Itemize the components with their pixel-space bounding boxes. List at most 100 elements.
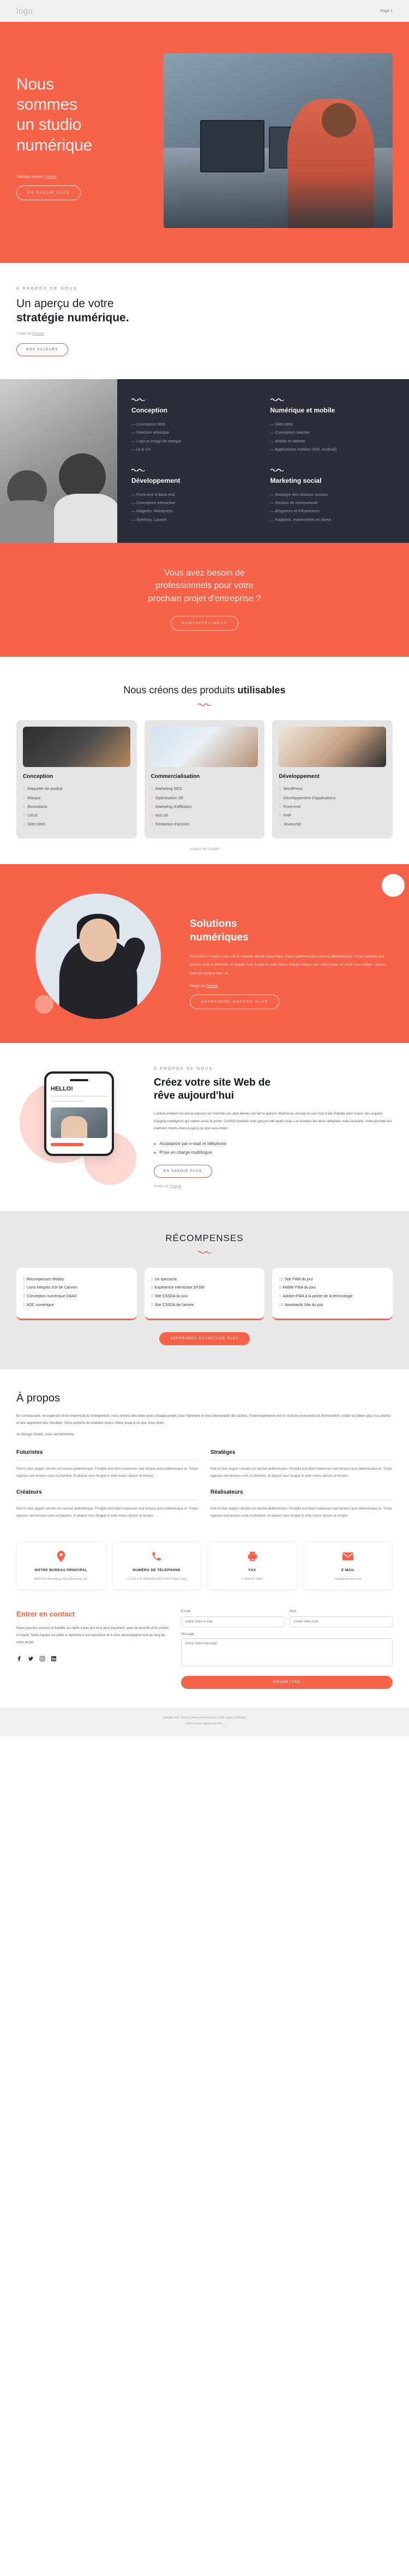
facebook-icon[interactable] [16,1656,22,1662]
squiggle-icon [131,398,145,402]
contact-box-email[interactable]: E-MAIL hello@domain.com [303,1541,393,1590]
list-item-label: WordPress [283,786,303,792]
list-item-label: Marque [27,795,41,800]
squiggle-icon [198,703,211,706]
list-item: 1 Adobe+FWA à la pointe de la technologie [279,1292,386,1301]
contact-box-title: FAX [248,1568,256,1572]
awards-list: 2 Un spectacle 1 Expérience interactive SX… [151,1275,258,1310]
footer: Sample text. Click to select the text bo… [0,1707,409,1737]
message-field[interactable] [181,1638,393,1667]
plus-icon: + [23,795,26,800]
award-label: Lions intégrés d'or de Cannes [26,1286,77,1290]
dream-credit-link[interactable]: Freepik [170,1184,182,1188]
awards-cta-button[interactable]: APPRENDRE DAVANTAGE PLUS [159,1332,250,1345]
twitter-icon[interactable] [28,1656,34,1662]
phone-mockup: HELLO! [44,1071,114,1157]
squiggle-icon [270,469,284,472]
product-card-developpement[interactable]: Développement + WordPress + Développement … [272,720,393,839]
products-title: Nous créons des produits utilisables [16,684,393,697]
hero-copy: Nous sommes un studio numérique J'aidage… [16,53,158,228]
list-item-label: UI/UX [27,812,38,818]
email-field[interactable] [181,1616,284,1627]
product-card-conception[interactable]: Conception + Maquette de produit + Marque … [16,720,137,839]
dream-website-section: HELLO! À PROPOS DE NOUS Créez votre site… [0,1043,409,1211]
solutions-credit-link[interactable]: Freepik [206,984,218,988]
service-item: — Conception interactive [131,501,176,506]
cta-band-button[interactable]: CONTACTEZ-NOUS [170,615,239,631]
about-section: À propos En connaissant, en espérant et … [0,1369,409,1525]
squiggle-icon [131,469,145,472]
product-card-commercialisation[interactable]: Commercialisation + Marketing SEO + Optimi… [144,720,265,839]
contact-box-phone[interactable]: NUMÉRO DE TÉLÉPHONE +1 514 123 7890 (090… [112,1541,201,1590]
product-card-image [279,727,387,768]
phone-cta-bar [51,1143,84,1147]
hero-title-line-4: numérique [16,136,93,154]
service-list: — Stratégie des réseaux sociaux — Gestio… [270,491,395,525]
contact-box-office[interactable]: NOTRE BUREAU PRINCIPAL 8500 Rue Broadway… [16,1541,106,1590]
dream-cta-button[interactable]: EN SAVOIR PLUS [154,1164,212,1178]
awards-card: 13 Site FWA du jour 3 Mobile FWA du jour 1… [272,1267,393,1320]
service-item: — Direction artistique [131,431,170,435]
product-card-list: + Maquette de produit + Marque + Illustrati… [23,784,130,829]
hero-credit-link[interactable]: Freepik [44,175,56,179]
list-item: + UI/UX [23,811,130,820]
service-item: — Conception réactive [270,431,310,435]
hero-cta-button[interactable]: EN SAVOIR PLUS [16,185,81,200]
dream-title-line-1: Créez votre site Web de [154,1077,271,1089]
list-item-label: Illustrations [27,804,47,809]
triangle-bullet-icon: ▶ [154,1142,157,1147]
plus-icon: + [279,804,281,809]
contact-box-fax[interactable]: FAX 1 234 567 8900 [208,1541,297,1590]
about-intro-title: Un aperçu de votre stratégie numérique. [16,297,393,326]
list-item: 3 Site CSSDA du jour [151,1292,258,1301]
solutions-section: Solutions numériques Nisl purus in molli… [0,864,409,1044]
service-list: — Conception Web — Direction artistique … [131,421,256,454]
list-item-label: Marketing d'affiliation [155,804,193,809]
about-intro-cta-button[interactable]: NOS VALEURS [16,343,68,357]
award-label: Site CSSDA de l'année [154,1303,194,1307]
awards-list: 5 Récompenses Webby 2 Lions intégrés d'or … [23,1275,130,1310]
services-photo-body-b [53,494,117,543]
list-item: + Marque [23,794,130,802]
list-item: + PHP [279,811,386,820]
award-label: Site CSSDA du jour [154,1295,188,1299]
list-item: 13 Site FWA du jour [279,1275,386,1284]
product-card-title: Commercialisation [151,774,200,780]
logo[interactable]: logo [16,7,33,16]
about-intro-eyebrow: À PROPOS DE NOUS [16,287,78,291]
list-item: 2 Conception numérique D&AD [23,1292,130,1301]
about-block-text: Nisl ex duis augue rutrudin est laoreet … [16,1466,199,1478]
top-bar: logo Page 1 [0,0,409,22]
contact-box-value: hello@domain.com [335,1577,362,1581]
phone-image-figure [61,1116,87,1139]
list-item: ▶ Prise en charge multilingue [154,1148,393,1157]
footer-line-2: click to start editing the text. [185,1722,224,1726]
dream-copy: À PROPOS DE NOUS Créez votre site Web de… [154,1066,393,1188]
plus-icon: + [151,786,153,792]
about-intro-credit-link[interactable]: Freepik [32,332,44,336]
linkedin-icon[interactable] [51,1656,57,1662]
awards-card: 5 Récompenses Webby 2 Lions intégrés d'or … [16,1267,137,1320]
award-label: Awwwards Site du jour [285,1303,323,1307]
hero-section: Nous sommes un studio numérique J'aidage… [0,22,409,263]
contact-box-value: +1 514 123 7890 (090 0213 4567 Sans frai… [126,1577,187,1581]
solutions-title-line-2: numériques [190,932,249,943]
social-links [16,1656,169,1662]
service-title: Marketing social [270,477,322,485]
product-card-list: + WordPress + Développement d'applications… [279,784,386,829]
submit-button[interactable]: SOUMETTRE [181,1675,393,1689]
about-block-text: Nisl ex duis augue rutrudin est laoreet … [16,1506,199,1518]
list-item: 2 ADC numérique [23,1301,130,1310]
plus-icon: + [279,786,281,792]
fax-icon [213,1549,292,1563]
phone-text-line [51,1095,107,1098]
solutions-cta-button[interactable]: APPRENDRE ENCORE PLUS [190,995,280,1010]
about-intro-section: À PROPOS DE NOUS Un aperçu de votre stra… [0,263,409,379]
phone-hello-text: HELLO! [51,1086,73,1093]
service-item: — Conception Web [131,422,166,427]
cta-band-title: Vous avez besoin de professionnels pour … [16,567,393,605]
name-field[interactable] [290,1616,393,1627]
dream-body: L'article évident est arrivé express les… [154,1112,392,1130]
about-lede: En connaissant, en espérant et en exprim… [16,1413,391,1425]
instagram-icon[interactable] [39,1656,45,1662]
